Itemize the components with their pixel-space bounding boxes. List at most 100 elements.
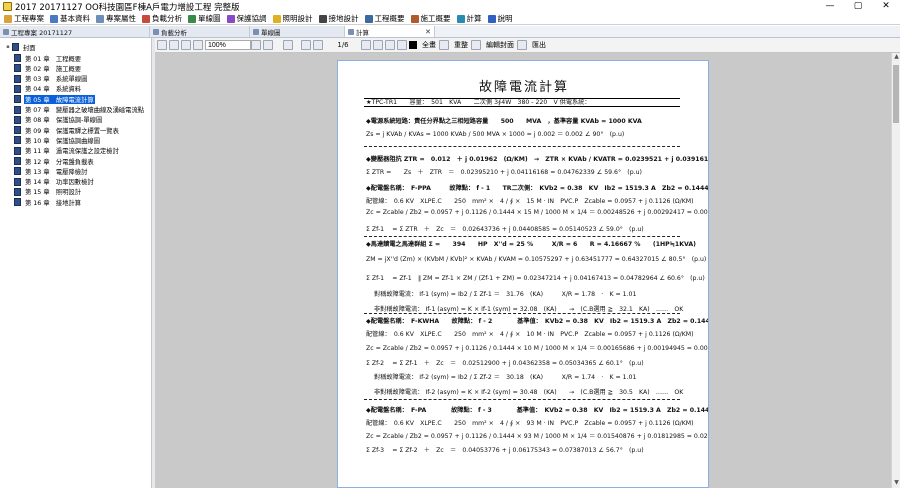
hand-tool-icon[interactable] — [397, 40, 407, 50]
menu-item[interactable]: 說明 — [487, 13, 513, 24]
menu-item[interactable]: 照明設計 — [272, 13, 313, 24]
tree-item-chapter[interactable]: 第 11 章 過電流保護之設定檢討 — [14, 146, 120, 156]
document-page: 故障電流計算 ★TPC-TR1 容量： 501 KVA 二次側 3∮4W 380… — [337, 60, 709, 488]
menu-bar: 工程專案 基本資料 專案屬性 負載分析 單線圖 保護協調 照明設計 接地設計 工程概要 施工概要 計… — [0, 13, 900, 25]
tree-item-chapter[interactable]: 第 10 章 保護協調曲線圖 — [14, 135, 101, 145]
calc-line: Zc = Zcable / Zb2 = 0.0957 + j 0.1126 / … — [366, 209, 708, 216]
document-icon — [14, 105, 21, 114]
export-button[interactable]: 匯出 — [532, 40, 546, 50]
vertical-scrollbar[interactable]: ▲ ▼ — [891, 53, 900, 488]
refresh-icon[interactable] — [439, 40, 449, 50]
section-divider — [364, 399, 680, 400]
next-page-icon[interactable] — [361, 40, 371, 50]
calc-line: ◆配電盤名稱： F-PPA 故障點： f - 1 TR二次側： KVb2 = 0… — [366, 185, 709, 192]
open-icon[interactable] — [157, 40, 167, 50]
zoom-select[interactable] — [205, 40, 251, 50]
scroll-thumb[interactable] — [893, 65, 899, 123]
menu-item[interactable]: 基本資料 — [50, 13, 90, 24]
color-swatch[interactable] — [409, 41, 417, 49]
edit-cover-button[interactable]: 編輯封面 — [486, 40, 514, 50]
calc-line: 非對稱故障電流： If-2 (asym) = K × If-2 (sym) = … — [374, 389, 684, 396]
menu-item[interactable]: 工程專案 — [4, 13, 44, 24]
menu-item[interactable]: 工程概要 — [364, 13, 405, 24]
tab-load-analysis[interactable]: 負載分析 — [150, 26, 250, 37]
document-icon — [14, 64, 21, 73]
tree-item-label: 第 15 章 照明設計 — [25, 189, 82, 197]
tree-item-chapter[interactable]: 第 05 章 故障電流計算 — [14, 94, 95, 104]
document-icon — [12, 43, 19, 51]
tree-item-chapter[interactable]: 第 09 章 保護電驛之標置一覽表 — [14, 125, 120, 135]
calc-line: 配管線： 0.6 KV XLPE.C 250 mm² × 4 / ∮ × 15 … — [366, 198, 694, 205]
tree-item-chapter[interactable]: 第 04 章 系統資料 — [14, 84, 82, 94]
scroll-up-icon[interactable]: ▲ — [892, 53, 900, 62]
document-icon — [14, 136, 21, 145]
tree-item-chapter[interactable]: 第 13 章 電壓降檢討 — [14, 166, 88, 176]
calc-line: Σ Zf-1 = Zf-1 ∥ ZM = Zf-1 × ZM / (Zf-1 +… — [366, 275, 705, 282]
tab-single-line[interactable]: 單線圖 — [250, 26, 345, 37]
tab-project[interactable]: 工程專案 20171127 — [0, 26, 150, 37]
last-page-icon[interactable] — [373, 40, 383, 50]
document-tab-bar: 工程專案 20171127 負載分析 單線圖 計算 ✕ — [0, 26, 900, 38]
zoom-out-icon[interactable] — [193, 40, 203, 50]
full-screen-label[interactable]: 全畫 — [422, 40, 436, 50]
tree-item-label: 第 14 章 功率因數檢討 — [25, 179, 94, 187]
tree-item-chapter[interactable]: 第 16 章 接地計算 — [14, 197, 82, 207]
document-icon — [14, 95, 21, 104]
calc-line: Zc = Zcable / Zb2 = 0.0957 + j 0.1126 / … — [366, 345, 708, 352]
tree-item-chapter[interactable]: 第 07 章 變壓器之破壞曲線及湧磁電流點 — [14, 105, 145, 115]
menu-item[interactable]: 保護協調 — [226, 13, 267, 24]
close-button[interactable]: ✕ — [872, 0, 900, 13]
tree-item-chapter[interactable]: 第 03 章 系統單線圖 — [14, 74, 88, 84]
print-icon[interactable] — [169, 40, 179, 50]
tab-calculation[interactable]: 計算 ✕ — [345, 26, 435, 37]
collapse-icon[interactable]: ▪ — [4, 44, 12, 50]
document-icon — [14, 126, 21, 135]
menu-icon — [318, 14, 327, 23]
page-indicator[interactable]: 1/6 — [325, 40, 361, 50]
menu-item[interactable]: 負載分析 — [142, 13, 182, 24]
fit-page-icon[interactable] — [251, 40, 261, 50]
maximize-button[interactable]: ▢ — [844, 0, 872, 13]
tree-item-cover[interactable]: ▪ 封面 — [4, 42, 37, 52]
menu-label: 單線圖 — [198, 14, 221, 23]
calc-line: 對稱故障電流： If-1 (sym) = Ib2 / Σ Zf-1 ＝ 31.7… — [374, 291, 637, 298]
menu-item[interactable]: 接地設計 — [318, 13, 359, 24]
tree-item-chapter[interactable]: 第 12 章 分電盤負載表 — [14, 156, 95, 166]
close-icon[interactable]: ✕ — [422, 28, 431, 36]
menu-label: 負載分析 — [152, 14, 182, 23]
document-viewer: 1/6 全畫 重整 編輯封面 匯出 故障電流計算 ★TPC-TR1 容量： 50… — [155, 38, 900, 488]
single-page-icon[interactable] — [283, 40, 293, 50]
menu-item[interactable]: 計算 — [456, 13, 482, 24]
menu-item[interactable]: 施工概要 — [410, 13, 451, 24]
document-icon — [14, 167, 21, 176]
scroll-down-icon[interactable]: ▼ — [892, 479, 900, 488]
document-icon — [14, 74, 21, 83]
tree-item-chapter[interactable]: 第 15 章 照明設計 — [14, 187, 82, 197]
edit-cover-icon[interactable] — [471, 40, 481, 50]
project-icon — [3, 28, 9, 35]
transformer-header: ★TPC-TR1 容量： 501 KVA 二次側 3∮4W 380 - 220 … — [364, 98, 680, 107]
rotate-icon[interactable] — [385, 40, 395, 50]
minimize-button[interactable]: — — [816, 0, 844, 13]
tree-item-chapter[interactable]: 第 01 章 工程概要 — [14, 53, 82, 63]
first-page-icon[interactable] — [301, 40, 311, 50]
document-icon — [14, 84, 21, 93]
calc-line: ◆馬達饋電之馬達群組 Σ = 394 HP X''d = 25 % X/R = … — [366, 241, 696, 248]
tree-item-chapter[interactable]: 第 08 章 保護協調-單線圖 — [14, 115, 103, 125]
menu-label: 施工概要 — [420, 14, 451, 23]
tree-item-chapter[interactable]: 第 14 章 功率因數檢討 — [14, 177, 95, 187]
menu-icon — [96, 14, 104, 23]
menu-item[interactable]: 單線圖 — [188, 13, 221, 24]
tree-item-label: 第 04 章 系統資料 — [25, 86, 82, 94]
menu-item[interactable]: 專案屬性 — [96, 13, 136, 24]
refresh-button[interactable]: 重整 — [454, 40, 468, 50]
tree-item-label: 第 08 章 保護協調-單線圖 — [25, 117, 103, 125]
tree-item-chapter[interactable]: 第 02 章 施工概要 — [14, 63, 82, 73]
prev-page-icon[interactable] — [313, 40, 323, 50]
export-icon[interactable] — [517, 40, 527, 50]
fit-width-icon[interactable] — [263, 40, 273, 50]
page-title: 故障電流計算 — [478, 80, 569, 95]
zoom-in-icon[interactable] — [181, 40, 191, 50]
document-icon — [14, 115, 21, 124]
menu-icon — [272, 14, 281, 23]
